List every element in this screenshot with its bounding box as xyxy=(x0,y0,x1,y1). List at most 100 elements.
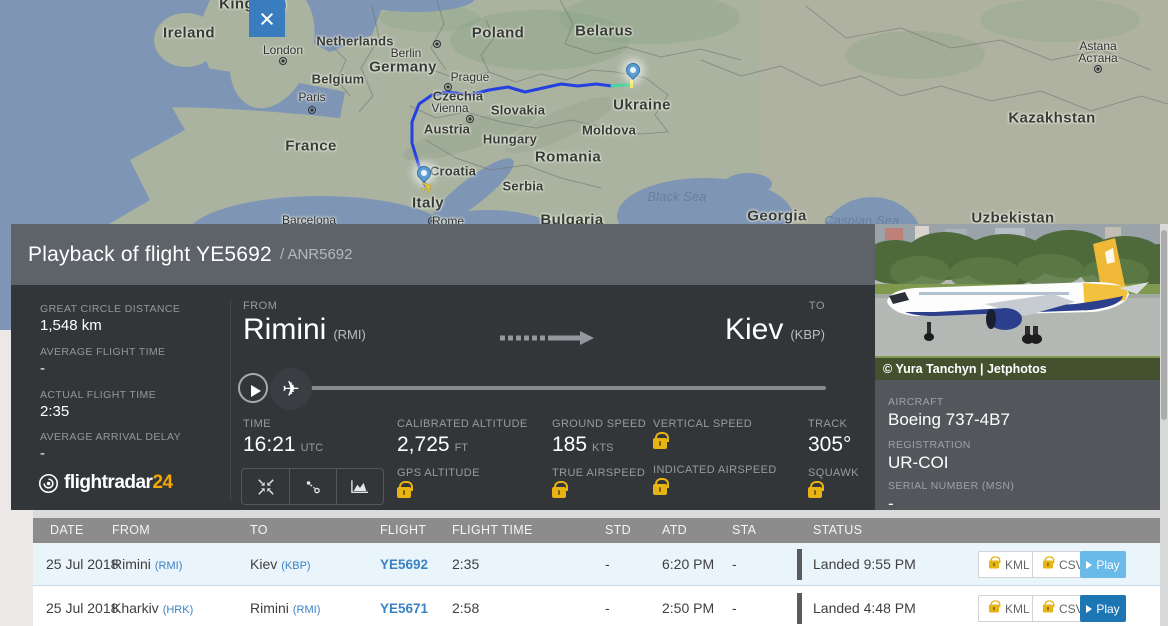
scrollbar[interactable] xyxy=(1160,224,1168,626)
map-label: France xyxy=(285,138,337,155)
metric-unit: KTS xyxy=(592,442,613,454)
status-indicator-bar xyxy=(797,593,802,624)
map-label: Poland xyxy=(472,25,524,42)
lock-icon xyxy=(552,487,566,498)
playback-slider-handle[interactable]: ✈ xyxy=(270,368,312,410)
map-label: Астана xyxy=(1078,51,1117,65)
status-text: Landed 9:55 PM xyxy=(813,543,916,586)
column-header: ATD xyxy=(662,518,687,543)
page-subtitle: / ANR5692 xyxy=(280,246,353,263)
row-play-button[interactable]: Play xyxy=(1080,551,1126,578)
aircraft-photo[interactable]: © Yura Tanchyn | Jetphotos xyxy=(875,224,1160,380)
atd-time: 2:50 PM xyxy=(662,587,714,626)
metric-value: 2,725 xyxy=(397,433,450,457)
stat-value: 2:35 xyxy=(40,403,156,420)
metric-label: CALIBRATED ALTITUDE xyxy=(397,418,528,430)
aircraft-serial-number: SERIAL NUMBER (MSN) - xyxy=(888,480,1014,514)
collapse-panel-button[interactable] xyxy=(242,469,289,504)
status-text: Landed 4:48 PM xyxy=(813,587,916,626)
info-label: SERIAL NUMBER (MSN) xyxy=(888,480,1014,492)
flight-number-link[interactable]: YE5692 xyxy=(380,543,428,586)
from-label: FROM xyxy=(243,300,366,312)
city-marker-icon xyxy=(308,106,316,114)
sta-time: - xyxy=(732,587,737,626)
column-header: STD xyxy=(605,518,631,543)
play-button[interactable] xyxy=(238,373,268,403)
route-view-button[interactable] xyxy=(289,469,336,504)
airport-code-link[interactable]: (KBP) xyxy=(281,560,310,572)
flight-time: 2:58 xyxy=(452,587,479,626)
metric-label: GROUND SPEED xyxy=(552,418,646,430)
kml-download-button[interactable]: KML xyxy=(978,551,1039,578)
map-label: Ireland xyxy=(163,25,215,42)
map-label: Moldova xyxy=(582,123,636,138)
logo-brand-text: flightradar xyxy=(64,472,152,493)
column-header: TO xyxy=(250,518,268,543)
stat-great-circle-distance: GREAT CIRCLE DISTANCE 1,548 km xyxy=(40,303,180,334)
map-label: Vienna xyxy=(431,101,468,115)
map-label: Berlin xyxy=(391,46,422,60)
column-header: FROM xyxy=(112,518,150,543)
table-row[interactable]: 25 Jul 2018Rimini(RMI)Kiev(KBP)YE56922:3… xyxy=(33,543,1160,586)
aircraft-model: AIRCRAFT Boeing 737-4B7 xyxy=(888,396,1010,430)
destination-city: Kiev xyxy=(725,313,783,347)
city-marker-icon xyxy=(1094,65,1102,73)
playback-panel-header: Playback of flight YE5692 / ANR5692 xyxy=(11,224,875,285)
to-label: TO xyxy=(600,300,825,312)
stat-average-arrival-delay: AVERAGE ARRIVAL DELAY - xyxy=(40,431,181,462)
play-icon xyxy=(1086,561,1092,569)
aircraft-registration: REGISTRATION UR-COI xyxy=(888,439,971,473)
column-header: STATUS xyxy=(813,518,862,543)
column-header: FLIGHT TIME xyxy=(452,518,533,543)
airport-code-link[interactable]: (RMI) xyxy=(293,604,321,616)
flight-number-link[interactable]: YE5671 xyxy=(380,587,428,626)
map-label: Germany xyxy=(369,59,437,76)
row-play-button[interactable]: Play xyxy=(1080,595,1126,622)
std-time: - xyxy=(605,587,610,626)
flight-route-final-segment xyxy=(612,85,631,86)
lock-icon xyxy=(653,438,667,449)
metric-sub-label: INDICATED AIRSPEED xyxy=(653,464,777,476)
altitude-chart-button[interactable] xyxy=(336,469,383,504)
info-value: - xyxy=(888,494,1014,514)
map-label: London xyxy=(263,43,303,57)
airport-code-link[interactable]: (HRK) xyxy=(163,604,194,616)
stat-value: - xyxy=(40,445,181,462)
to-airport: Rimini(RMI) xyxy=(250,587,320,626)
close-icon: × xyxy=(259,4,275,34)
flight-time: 2:35 xyxy=(452,543,479,586)
metric-label: TIME xyxy=(243,418,323,430)
city-marker-icon xyxy=(279,57,287,65)
table-row[interactable]: 25 Jul 2018Kharkiv(HRK)Rimini(RMI)YE5671… xyxy=(33,587,1160,626)
map-label: Belgium xyxy=(312,72,365,87)
from-airport: Rimini(RMI) xyxy=(112,543,182,586)
lock-icon xyxy=(653,484,667,495)
city-marker-icon xyxy=(433,40,441,48)
metric-track: TRACK 305° SQUAWK xyxy=(808,418,859,503)
aircraft-info-panel: © Yura Tanchyn | Jetphotos AIRCRAFT Boei… xyxy=(875,224,1160,510)
radar-spiral-icon xyxy=(38,473,59,494)
info-label: AIRCRAFT xyxy=(888,396,1010,408)
metric-value: 16:21 xyxy=(243,433,296,457)
map-label: Romania xyxy=(535,149,601,166)
sta-time: - xyxy=(732,543,737,586)
metric-label: TRACK xyxy=(808,418,859,430)
map-label: Austria xyxy=(424,122,470,137)
column-header: STA xyxy=(732,518,756,543)
lock-icon xyxy=(989,561,999,569)
kml-download-button[interactable]: KML xyxy=(978,595,1039,622)
aircraft-photo-image xyxy=(875,224,1160,380)
airport-code-link[interactable]: (RMI) xyxy=(155,560,183,572)
flight-date: 25 Jul 2018 xyxy=(46,543,118,586)
destination-airport: TO Kiev (KBP) xyxy=(600,300,825,347)
lock-icon xyxy=(808,487,822,498)
map-label: Netherlands xyxy=(316,34,393,49)
close-button[interactable]: × xyxy=(249,0,285,37)
flightradar24-logo[interactable]: flightradar24 xyxy=(38,472,173,494)
playback-progress-track[interactable] xyxy=(294,386,826,390)
table-header-row: DATEFROMTOFLIGHTFLIGHT TIMESTDATDSTASTAT… xyxy=(33,518,1160,543)
scrollbar-thumb[interactable] xyxy=(1161,230,1167,420)
lock-icon xyxy=(397,487,411,498)
metric-sub-label: TRUE AIRSPEED xyxy=(552,467,646,479)
play-icon xyxy=(1086,605,1092,613)
